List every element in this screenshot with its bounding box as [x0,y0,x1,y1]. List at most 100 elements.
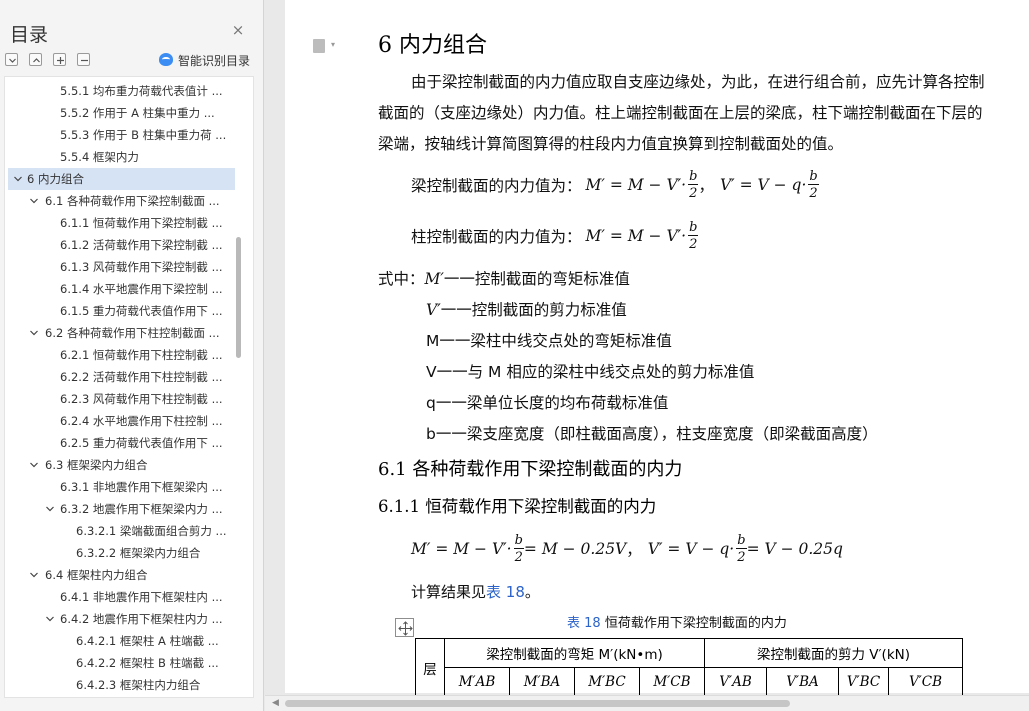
collapse-all-icon[interactable] [5,53,18,66]
fraction-b-over-2: b2 [736,533,747,565]
toc-item[interactable]: 5.5.1 均布重力荷载代表值计 ... [5,80,253,102]
toc-item[interactable]: 6.3 框架梁内力组合 [5,454,253,476]
horizontal-scrollbar-thumb[interactable] [285,700,790,707]
shear-header: 梁控制截面的剪力 V′(kN) [704,638,963,668]
toc-item[interactable]: 5.5.4 框架内力 [5,146,253,168]
toc-item[interactable]: 6.1.1 恒荷载作用下梁控制截 ... [5,212,253,234]
toc-item-label: 6.1.2 活荷载作用下梁控制截 ... [60,238,223,252]
toc-item[interactable]: 6.4.2.1 框架柱 A 柱端截 ... [5,630,253,652]
col-m-ab: M′AB [444,667,510,697]
col-v-ab: V′AB [704,667,767,697]
chevron-down-icon[interactable] [29,564,41,586]
col-m-cb: M′CB [639,667,705,697]
toc-item-label: 6.1.4 水平地震作用下梁控制 ... [60,282,223,296]
scroll-left-icon[interactable]: ◀ [272,698,279,708]
chevron-down-icon[interactable] [45,608,57,630]
toc-item[interactable]: 6.1.5 重力荷载代表值作用下 ... [5,300,253,322]
smart-toc-button[interactable]: 智能识别目录 [178,52,250,69]
col-m-ba: M′BA [509,667,575,697]
column-equation: 柱控制截面的内力值为： M′ = M − V′· b2 [411,214,699,258]
intro-line-1: 由于梁控制截面的内力值应取自支座边缘处，为此，在进行组合前，应先计算各控制 [411,73,985,91]
toc-item-label: 6.4.1 非地震作用下框架柱内 ... [60,590,223,604]
toc-item[interactable]: 5.5.2 作用于 A 柱集中重力 ... [5,102,253,124]
toc-item[interactable]: 6.3.1 非地震作用下框架梁内 ... [5,476,253,498]
toc-item-label: 6.2.1 恒荷载作用下柱控制截 ... [60,348,223,362]
toc-item-label: 6.3.2.2 框架梁内力组合 [76,546,201,560]
table-move-handle-icon[interactable] [395,618,414,637]
table-caption: 表 18 恒荷载作用下梁控制截面的内力 [567,616,787,631]
horizontal-scrollbar[interactable]: ◀ [265,695,1029,711]
m-simplified: = M − 0.25V [523,540,627,558]
toc-item-label: 6.4.2.1 框架柱 A 柱端截 ... [76,634,219,648]
toc-scrollbar-thumb[interactable] [236,237,241,358]
toc-item[interactable]: 6.3.2 地震作用下框架梁内力 ... [5,498,253,520]
chevron-down-icon[interactable] [29,454,41,476]
close-icon[interactable]: × [230,22,246,38]
chevron-down-icon[interactable] [29,190,41,212]
toc-item-label: 6.3.2.1 梁端截面组合剪力 ... [76,524,227,538]
beam-equation: 梁控制截面的内力值为： M′ = M − V′· b2 ， V′ = V − q… [411,163,819,207]
toc-item[interactable]: 6.4.1 非地震作用下框架柱内 ... [5,586,253,608]
remove-heading-icon[interactable] [77,53,90,66]
comma: ， [626,541,642,559]
toc-item[interactable]: 6.4.2.3 框架柱内力组合 [5,674,253,696]
toc-title: 目录 [10,24,49,46]
app-window: 目录 × 智能识别目录 5.5.1 均布重力荷载代表值计 ... 5.5.2 作用… [0,0,1029,711]
v-simplified: = V − 0.25q [746,540,843,558]
m-prime-formula: M′ = M − V′· [411,540,512,558]
toc-item[interactable]: 6 内力组合 [8,168,235,190]
toc-item-label: 5.5.4 框架内力 [60,150,139,164]
toc-item-label: 5.5.2 作用于 A 柱集中重力 ... [60,106,215,120]
toc-item[interactable]: 6.2.2 活荷载作用下柱控制截 ... [5,366,253,388]
definition-v: V一一与 M 相应的梁柱中线交点处的剪力标准值 [426,363,755,381]
add-heading-icon[interactable] [53,53,66,66]
toc-item[interactable]: 6.3.2.1 梁端截面组合剪力 ... [5,520,253,542]
toc-item[interactable]: 6.2.3 风荷载作用下柱控制截 ... [5,388,253,410]
beam-eq-label: 梁控制截面的内力值为： [411,177,582,195]
definition-q: q一一梁单位长度的均布荷载标准值 [426,394,669,412]
toc-item-label: 6.2.3 风荷载作用下柱控制截 ... [60,392,223,406]
chevron-down-icon[interactable] [45,498,57,520]
fraction-b-over-2: b2 [513,533,524,565]
toc-item[interactable]: 5.5.3 作用于 B 柱集中重力荷 ... [5,124,253,146]
v-prime-formula: V′ = V − q· [719,176,807,194]
toc-item[interactable]: 6.1.4 水平地震作用下梁控制 ... [5,278,253,300]
chevron-down-icon[interactable]: ▾ [331,40,335,49]
toc-list: 5.5.1 均布重力荷载代表值计 ... 5.5.2 作用于 A 柱集中重力 ..… [4,76,254,698]
heading-6-1: 6.1 各种荷载作用下梁控制截面的内力 [378,459,683,480]
table-18-caption-link[interactable]: 表 18 [567,616,601,631]
toc-item[interactable]: 6.3.2.2 框架梁内力组合 [5,542,253,564]
expand-up-icon[interactable] [29,53,42,66]
chevron-down-icon[interactable] [29,322,41,344]
table-18-link[interactable]: 表 18 [486,583,525,601]
toc-item-label: 6 内力组合 [27,172,84,186]
toc-item[interactable]: 6.1.3 风荷载作用下梁控制截 ... [5,256,253,278]
toc-pane: 目录 × 智能识别目录 5.5.1 均布重力荷载代表值计 ... 5.5.2 作用… [0,0,264,711]
toc-item-label: 6.4.2.2 框架柱 B 柱端截 ... [76,656,219,670]
toc-item[interactable]: 6.4.2 地震作用下框架柱内力 ... [5,608,253,630]
toc-item[interactable]: 6.2 各种荷载作用下柱控制截面 ... [5,322,253,344]
layer-header: 层 [415,638,445,697]
toc-item[interactable]: 6.2.5 重力荷载代表值作用下 ... [5,432,253,454]
toc-item-label: 6.3 框架梁内力组合 [45,458,148,472]
toc-item[interactable]: 6.1.2 活荷载作用下梁控制截 ... [5,234,253,256]
toc-item[interactable]: 6.2.1 恒荷载作用下柱控制截 ... [5,344,253,366]
table-18: 层 梁控制截面的弯矩 M′(kN•m) 梁控制截面的剪力 V′(kN) M′AB… [415,638,963,697]
document-icon[interactable] [313,39,325,53]
toc-item[interactable]: 6.1 各种荷载作用下梁控制截面 ... [5,190,253,212]
moment-header: 梁控制截面的弯矩 M′(kN•m) [444,638,705,668]
m-prime-formula: M′ = M − V′· [585,227,687,245]
definition-m: M一一梁柱中线交点处的弯矩标准值 [426,332,672,350]
chevron-down-icon[interactable] [13,168,25,190]
calc-result-reference: 计算结果见表 18。 [411,583,540,601]
toc-item[interactable]: 6.4 框架柱内力组合 [5,564,253,586]
toc-item[interactable]: 6.4.2.2 框架柱 B 柱端截 ... [5,652,253,674]
ai-cloud-icon[interactable] [159,53,173,66]
col-v-ba: V′BA [766,667,839,697]
toc-item[interactable]: 6.2.4 水平地震作用下柱控制 ... [5,410,253,432]
col-eq-label: 柱控制截面的内力值为： [411,228,582,246]
intro-line-2: 截面的（支座边缘处）内力值。柱上端控制截面在上层的梁底，柱下端控制截面在下层的 [378,104,983,122]
v-prime-formula: V′ = V − q· [647,540,735,558]
toc-item-label: 6.2.5 重力荷载代表值作用下 ... [60,436,223,450]
m-prime-formula: M′ = M − V′· [585,176,687,194]
